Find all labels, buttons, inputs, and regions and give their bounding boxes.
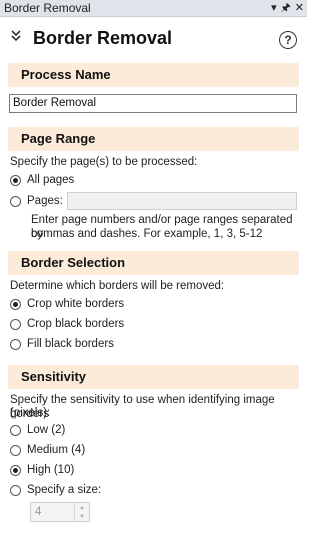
process-name-input[interactable]: Border Removal: [9, 94, 297, 113]
section-title: Border Selection: [21, 255, 126, 270]
section-title: Sensitivity: [21, 369, 87, 384]
radio-indicator[interactable]: [10, 195, 21, 207]
radio-label: Crop black borders: [27, 318, 125, 330]
page-range-description: Specify the page(s) to be processed:: [10, 156, 198, 168]
radio-indicator[interactable]: [10, 464, 21, 476]
radio-label: High (10): [27, 464, 75, 476]
radio-label: All pages: [27, 174, 75, 186]
radio-specify-size[interactable]: Specify a size:: [10, 482, 101, 498]
panel-title: Border Removal: [33, 28, 173, 48]
radio-indicator[interactable]: [10, 424, 21, 436]
panel-header: Border Removal ?: [0, 17, 307, 59]
pin-icon[interactable]: 🖈: [281, 0, 291, 17]
page-range-section-header: Page Range: [8, 127, 299, 151]
title-bar: Border Removal ▾ 🖈 ✕: [0, 0, 307, 17]
radio-label: Low (2): [27, 424, 66, 436]
radio-fill-black-borders[interactable]: Fill black borders: [10, 336, 114, 352]
window-title: Border Removal: [4, 1, 91, 15]
spinner-down-icon[interactable]: ▼: [75, 512, 89, 521]
spinner-up-icon[interactable]: ▲: [75, 503, 89, 512]
radio-indicator[interactable]: [10, 318, 21, 330]
radio-all-pages[interactable]: All pages: [10, 172, 74, 188]
dropdown-icon[interactable]: ▾: [271, 0, 277, 17]
page-range-hint-line2: commas and dashes. For example, 1, 3, 5-…: [31, 228, 263, 240]
size-spinner-value[interactable]: 4: [35, 506, 41, 518]
sensitivity-description-line1: Specify the sensitivity to use when iden…: [10, 394, 275, 420]
border-selection-section-header: Border Selection: [8, 251, 299, 275]
process-name-section-header: Process Name: [8, 63, 299, 87]
radio-high[interactable]: High (10): [10, 462, 74, 478]
radio-label: Specify a size:: [27, 484, 102, 496]
pages-input[interactable]: [67, 192, 297, 210]
section-title: Process Name: [21, 67, 111, 82]
radio-indicator[interactable]: [10, 444, 21, 456]
radio-pages[interactable]: Pages:: [10, 193, 63, 209]
radio-indicator[interactable]: [10, 338, 21, 350]
radio-indicator[interactable]: [10, 298, 21, 310]
size-spinner[interactable]: 4 ▲ ▼: [30, 502, 90, 522]
radio-low[interactable]: Low (2): [10, 422, 65, 438]
radio-label: Crop white borders: [27, 298, 125, 310]
radio-label: Medium (4): [27, 444, 86, 456]
spinner-arrows: ▲ ▼: [74, 503, 89, 521]
collapse-chevron-icon[interactable]: [10, 29, 22, 43]
radio-crop-white-borders[interactable]: Crop white borders: [10, 296, 124, 312]
sensitivity-description-line2: (pixels):: [10, 407, 51, 419]
help-icon[interactable]: ?: [279, 31, 297, 49]
border-selection-description: Determine which borders will be removed:: [10, 280, 225, 292]
border-removal-panel: Border Removal ? Process Name Border Rem…: [0, 17, 307, 542]
radio-label: Pages:: [27, 195, 63, 207]
radio-medium[interactable]: Medium (4): [10, 442, 85, 458]
close-icon[interactable]: ✕: [295, 0, 304, 17]
radio-indicator[interactable]: [10, 174, 21, 186]
sensitivity-section-header: Sensitivity: [8, 365, 299, 389]
section-title: Page Range: [21, 131, 96, 146]
window-controls: ▾ 🖈 ✕: [271, 0, 304, 17]
radio-indicator[interactable]: [10, 484, 21, 496]
radio-crop-black-borders[interactable]: Crop black borders: [10, 316, 124, 332]
radio-label: Fill black borders: [27, 338, 114, 350]
